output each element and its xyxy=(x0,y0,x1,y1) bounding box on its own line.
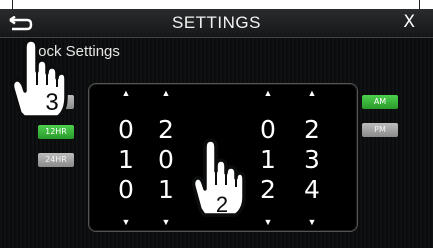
up-arrow-icon[interactable]: ▲ xyxy=(297,89,327,98)
step-number: 2 xyxy=(216,192,228,217)
up-arrow-icon[interactable]: ▲ xyxy=(151,89,181,98)
down-arrow-icon[interactable]: ▼ xyxy=(151,218,181,227)
pointing-hand-icon: 2 xyxy=(191,138,246,217)
callout-line xyxy=(419,0,420,10)
picker-digit: 1 xyxy=(118,145,134,174)
picker-digit: 2 xyxy=(304,115,320,144)
hour-ones-column[interactable]: ▲ 2 0 1 ▼ xyxy=(151,84,181,231)
close-button[interactable]: X xyxy=(403,12,415,32)
format-12hr-button[interactable]: 12HR xyxy=(38,125,74,139)
picker-digit: 2 xyxy=(260,175,276,204)
minute-tens-column[interactable]: ▲ 0 1 2 ▼ xyxy=(253,84,283,231)
pointing-hand-icon: 3 xyxy=(10,38,68,119)
page-title: SETTINGS xyxy=(171,13,261,32)
picker-digit: 2 xyxy=(158,115,174,144)
picker-digit: 3 xyxy=(304,145,320,174)
am-button[interactable]: AM xyxy=(362,95,398,109)
hour-tens-column[interactable]: ▲ 0 1 0 ▼ xyxy=(111,84,141,231)
picker-digit: 0 xyxy=(118,115,134,144)
minute-ones-column[interactable]: ▲ 2 3 4 ▼ xyxy=(297,84,327,231)
picker-digit: 0 xyxy=(158,145,174,174)
down-arrow-icon[interactable]: ▼ xyxy=(297,218,327,227)
step-number: 3 xyxy=(45,89,58,116)
format-24hr-button[interactable]: 24HR xyxy=(38,153,74,167)
picker-digit: 1 xyxy=(260,145,276,174)
down-arrow-icon[interactable]: ▼ xyxy=(253,218,283,227)
pm-button[interactable]: PM xyxy=(362,123,398,137)
title-bar: SETTINGS X xyxy=(0,9,433,38)
callout-line xyxy=(12,0,13,10)
up-arrow-icon[interactable]: ▲ xyxy=(253,89,283,98)
up-arrow-icon[interactable]: ▲ xyxy=(111,89,141,98)
picker-digit: 4 xyxy=(304,175,320,204)
picker-digit: 0 xyxy=(118,175,134,204)
picker-digit: 1 xyxy=(158,175,174,204)
down-arrow-icon[interactable]: ▼ xyxy=(111,218,141,227)
picker-digit: 0 xyxy=(260,115,276,144)
settings-screen: SETTINGS X Clock Settings 12HR 24HR AM P… xyxy=(0,9,433,248)
